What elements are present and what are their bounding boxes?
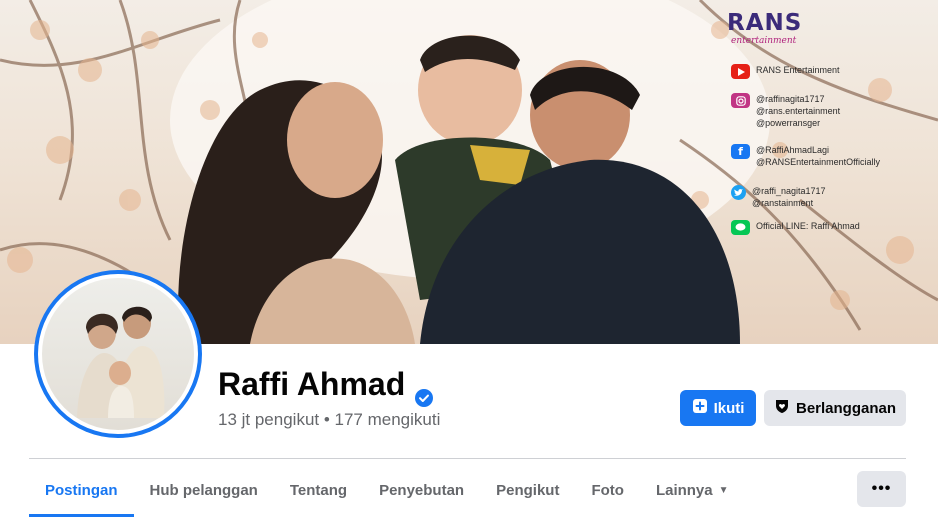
profile-tabs: Postingan Hub pelanggan Tentang Penyebut… xyxy=(29,470,745,517)
social-line: Official LINE: Raffi Ahmad xyxy=(731,220,860,235)
social-twitter: @raffi_nagita1717 @ranstainment xyxy=(731,185,826,209)
avatar-photo xyxy=(42,278,194,430)
tab-label: Lainnya xyxy=(655,481,713,499)
social-text: @raffinagita1717 xyxy=(756,94,825,104)
tab-tentang[interactable]: Tentang xyxy=(274,470,363,510)
tab-label: Tentang xyxy=(289,481,348,499)
header-divider xyxy=(29,458,906,459)
more-options-button[interactable]: ••• xyxy=(857,471,906,507)
facebook-icon: f xyxy=(731,144,750,159)
follow-button[interactable]: Ikuti xyxy=(680,390,756,426)
tab-penyebutan[interactable]: Penyebutan xyxy=(363,470,480,510)
social-text: @rans.entertainment xyxy=(756,106,841,116)
social-text: @raffi_nagita1717 xyxy=(752,186,826,196)
tab-label: Foto xyxy=(591,481,624,499)
social-instagram: @raffinagita1717 @rans.entertainment @po… xyxy=(731,93,840,129)
tab-postingan[interactable]: Postingan xyxy=(29,470,134,517)
verified-badge-icon xyxy=(415,378,434,407)
instagram-icon xyxy=(731,93,750,108)
follower-stats[interactable]: 13 jt pengikut • 177 mengikuti xyxy=(218,410,440,430)
caret-down-icon: ▼ xyxy=(718,484,729,496)
social-facebook: f @RaffiAhmadLagi @RANSEntertainmentOffi… xyxy=(731,144,880,168)
tab-hub-pelanggan[interactable]: Hub pelanggan xyxy=(134,470,274,510)
profile-name-row: Raffi Ahmad xyxy=(218,366,434,407)
subscribe-button[interactable]: Berlangganan xyxy=(764,390,906,426)
tab-label: Pengikut xyxy=(496,481,560,499)
youtube-icon xyxy=(731,64,750,79)
profile-avatar[interactable] xyxy=(34,270,202,438)
line-icon xyxy=(731,220,750,235)
social-text: Official LINE: Raffi Ahmad xyxy=(756,221,860,231)
social-text: RANS Entertainment xyxy=(756,65,840,75)
social-text: @RaffiAhmadLagi xyxy=(756,145,830,155)
tab-label: Penyebutan xyxy=(379,481,465,499)
social-text: @ranstainment xyxy=(752,198,814,208)
follow-label: Ikuti xyxy=(713,399,745,417)
rans-logo: RANS entertainment xyxy=(727,10,837,50)
shield-heart-icon xyxy=(774,398,790,418)
brand-name: RANS xyxy=(727,10,803,36)
tab-label: Hub pelanggan xyxy=(149,481,258,499)
brand-tagline: entertainment xyxy=(731,36,797,46)
tab-pengikut[interactable]: Pengikut xyxy=(480,470,575,510)
more-options-icon: ••• xyxy=(871,480,892,497)
tab-label: Postingan xyxy=(45,481,118,499)
social-text: @RANSEntertainmentOfficially xyxy=(756,157,881,167)
page-title: Raffi Ahmad xyxy=(218,366,406,402)
social-youtube: RANS Entertainment xyxy=(731,64,840,79)
social-text: @powerransger xyxy=(756,118,821,128)
twitter-icon xyxy=(731,185,746,200)
tab-lainnya[interactable]: Lainnya ▼ xyxy=(640,470,745,510)
follow-icon xyxy=(692,398,708,418)
subscribe-label: Berlangganan xyxy=(795,399,897,417)
tab-foto[interactable]: Foto xyxy=(575,470,639,510)
